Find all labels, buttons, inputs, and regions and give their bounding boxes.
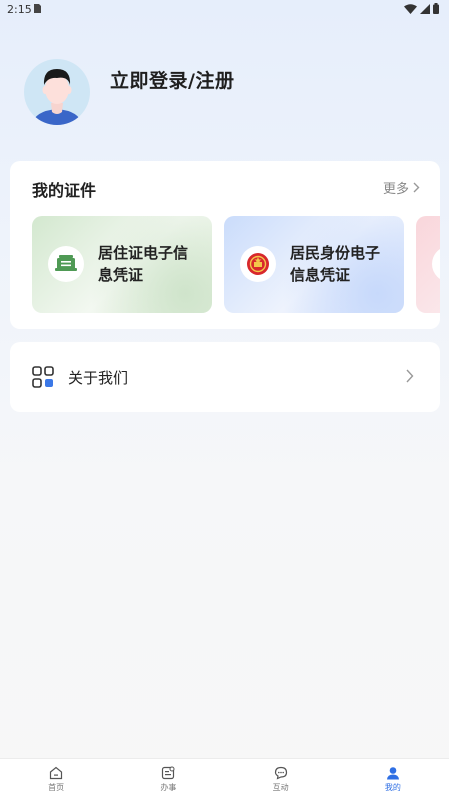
chevron-right-icon bbox=[413, 182, 420, 193]
my-certificates-card: 我的证件 更多 居住证电子信息凭证 居民身份电子信息凭证 bbox=[10, 161, 440, 329]
tasks-icon bbox=[162, 766, 175, 780]
battery-icon bbox=[433, 3, 439, 14]
status-icons bbox=[404, 3, 439, 14]
status-time: 2:15 bbox=[7, 3, 32, 16]
chat-icon bbox=[274, 766, 287, 780]
about-us-row[interactable]: 关于我们 bbox=[10, 342, 440, 412]
avatar[interactable] bbox=[24, 59, 90, 125]
more-label: 更多 bbox=[382, 182, 409, 197]
sim-card-icon bbox=[34, 4, 41, 13]
residence-permit-card[interactable]: 居住证电子信息凭证 bbox=[32, 216, 212, 313]
user-icon bbox=[386, 767, 399, 780]
nav-interaction[interactable]: 互动 bbox=[225, 759, 337, 798]
avatar-illustration bbox=[32, 69, 82, 125]
national-emblem-icon bbox=[240, 246, 276, 282]
residence-permit-icon bbox=[48, 246, 84, 282]
nav-mine[interactable]: 我的 bbox=[337, 759, 449, 798]
status-bar: 2:15 bbox=[0, 0, 449, 20]
my-certificates-title: 我的证件 bbox=[32, 181, 97, 200]
nav-mine-label: 我的 bbox=[384, 783, 401, 792]
nav-home-label: 首页 bbox=[48, 783, 65, 792]
more-button[interactable]: 更多 bbox=[383, 178, 420, 197]
nav-tasks[interactable]: 办事 bbox=[112, 759, 224, 798]
home-icon bbox=[50, 766, 63, 780]
nav-tasks-label: 办事 bbox=[160, 783, 177, 792]
apps-grid-icon bbox=[32, 366, 54, 388]
partial-certificate-card[interactable] bbox=[416, 216, 440, 313]
signal-icon bbox=[420, 3, 430, 14]
chevron-right-icon bbox=[406, 369, 414, 383]
certificate-icon bbox=[432, 246, 440, 282]
nav-interaction-label: 互动 bbox=[272, 783, 289, 792]
nav-home[interactable]: 首页 bbox=[0, 759, 112, 798]
resident-id-card[interactable]: 居民身份电子信息凭证 bbox=[224, 216, 404, 313]
about-us-label: 关于我们 bbox=[68, 369, 129, 387]
bottom-navigation: 首页 办事 互动 我的 bbox=[0, 758, 449, 798]
wifi-icon bbox=[404, 3, 417, 14]
resident-id-label: 居民身份电子信息凭证 bbox=[290, 244, 381, 284]
login-register-link[interactable]: 立即登录/注册 bbox=[110, 66, 234, 93]
residence-permit-label: 居住证电子信息凭证 bbox=[98, 244, 189, 284]
